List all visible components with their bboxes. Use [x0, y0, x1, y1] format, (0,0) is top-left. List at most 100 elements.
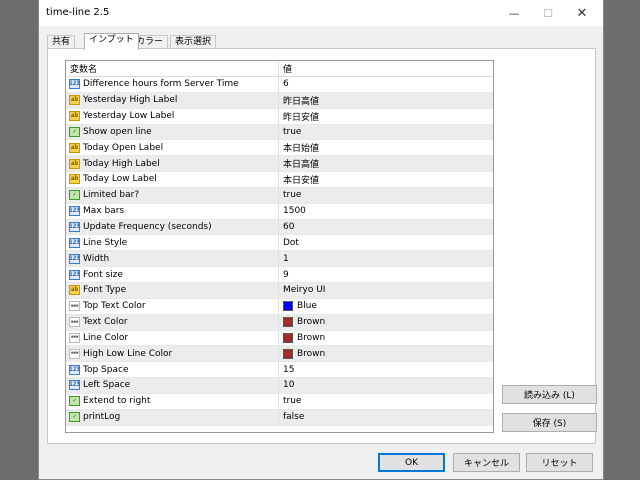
- parameter-row[interactable]: ▪▪▪ Text Color Brown: [66, 314, 493, 331]
- parameter-row[interactable]: ✓ Extend to right true: [66, 393, 493, 410]
- parameter-row[interactable]: 123 Line Style Dot: [66, 235, 493, 252]
- parameter-value: true: [283, 190, 302, 201]
- boolean-type-icon: ✓: [69, 412, 80, 423]
- parameter-value-cell[interactable]: Brown: [279, 315, 325, 330]
- parameter-name-cell: ✓ Show open line: [66, 124, 279, 140]
- parameter-value-cell[interactable]: Dot: [279, 235, 299, 250]
- parameter-row[interactable]: ✓ Limited bar? true: [66, 187, 493, 204]
- parameter-row[interactable]: 123 Width 1: [66, 251, 493, 268]
- boolean-type-icon: ✓: [69, 126, 80, 137]
- tab-inputs[interactable]: インプット: [84, 33, 139, 50]
- parameter-value-cell[interactable]: false: [279, 410, 304, 425]
- parameter-name: Top Text Color: [83, 301, 146, 312]
- parameter-value-cell[interactable]: Blue: [279, 299, 317, 314]
- parameter-value: Brown: [297, 332, 326, 343]
- parameter-name-cell: ✓ Extend to right: [66, 393, 279, 409]
- string-type-icon: ab: [69, 285, 80, 296]
- parameter-row[interactable]: ab Today Open Label 本日始値: [66, 140, 493, 157]
- number-type-icon: 123: [69, 253, 80, 264]
- color-swatch: [283, 301, 293, 312]
- parameter-value-cell[interactable]: Brown: [279, 346, 325, 361]
- parameter-value: true: [283, 126, 302, 137]
- parameter-name: Text Color: [83, 317, 128, 328]
- parameter-row[interactable]: ab Yesterday High Label 昨日高値: [66, 92, 493, 109]
- parameter-value: 9: [283, 269, 289, 280]
- parameter-row[interactable]: ✓ Show open line true: [66, 124, 493, 141]
- parameter-row[interactable]: 123 Update Frequency (seconds) 60: [66, 219, 493, 236]
- column-header-variable[interactable]: 変数名: [66, 61, 279, 76]
- window-title: time-line 2.5: [46, 7, 110, 18]
- cancel-button[interactable]: キャンセル: [453, 453, 520, 472]
- parameter-name-cell: ▪▪▪ Text Color: [66, 314, 279, 330]
- parameter-value: Meiryo UI: [283, 285, 326, 296]
- parameter-value-cell[interactable]: 1500: [279, 204, 306, 219]
- column-header-value[interactable]: 値: [279, 61, 292, 76]
- parameter-value: 本日高値: [283, 160, 320, 171]
- parameter-value-cell[interactable]: 昨日安値: [279, 109, 319, 124]
- string-type-icon: ab: [69, 142, 80, 153]
- parameter-value-cell[interactable]: 60: [279, 220, 294, 235]
- color-swatch: [283, 348, 293, 359]
- string-type-icon: ab: [69, 95, 80, 106]
- parameter-name: Update Frequency (seconds): [83, 222, 212, 233]
- reset-button[interactable]: リセット: [526, 453, 593, 472]
- parameter-name-cell: ab Yesterday High Label: [66, 92, 279, 108]
- number-type-icon: 123: [69, 237, 80, 248]
- parameter-name-cell: ab Today Low Label: [66, 172, 279, 187]
- minimize-button[interactable]: —: [497, 0, 531, 26]
- load-button[interactable]: 読み込み (L): [502, 385, 597, 404]
- parameter-value: 6: [283, 79, 289, 90]
- parameter-name-cell: 123 Difference hours form Server Time: [66, 77, 279, 92]
- parameter-row[interactable]: ab Font Type Meiryo UI: [66, 282, 493, 299]
- parameter-value-cell[interactable]: true: [279, 125, 301, 140]
- parameter-name: High Low Line Color: [83, 348, 173, 359]
- parameter-name: Limited bar?: [83, 190, 140, 201]
- parameter-value-cell[interactable]: 本日高値: [279, 156, 319, 171]
- parameter-row[interactable]: ab Today High Label 本日高値: [66, 156, 493, 173]
- parameter-row[interactable]: ab Today Low Label 本日安値: [66, 172, 493, 188]
- parameter-value-cell[interactable]: 9: [279, 267, 289, 282]
- parameter-value-cell[interactable]: Brown: [279, 331, 325, 346]
- color-type-icon: ▪▪▪: [69, 348, 80, 359]
- parameter-row[interactable]: ✓ printLog false: [66, 409, 493, 426]
- parameter-name: Difference hours form Server Time: [83, 79, 239, 90]
- parameter-row[interactable]: ▪▪▪ Line Color Brown: [66, 330, 493, 347]
- color-swatch: [283, 317, 293, 328]
- parameter-name-cell: ab Today High Label: [66, 156, 279, 172]
- parameter-row[interactable]: ▪▪▪ Top Text Color Blue: [66, 298, 493, 315]
- parameter-name: Width: [83, 253, 110, 264]
- parameter-row[interactable]: ab Yesterday Low Label 昨日安値: [66, 108, 493, 125]
- parameter-row[interactable]: ▪▪▪ High Low Line Color Brown: [66, 346, 493, 363]
- parameter-value-cell[interactable]: 15: [279, 362, 294, 377]
- save-button[interactable]: 保存 (S): [502, 413, 597, 432]
- parameter-value: 本日安値: [283, 175, 320, 186]
- close-button[interactable]: ✕: [565, 0, 599, 26]
- parameter-row[interactable]: 123 Left Space 10: [66, 378, 493, 394]
- number-type-icon: 123: [69, 79, 80, 90]
- parameter-name-cell: 123 Width: [66, 251, 279, 267]
- parameter-row[interactable]: 123 Font size 9: [66, 267, 493, 283]
- title-bar[interactable]: time-line 2.5 — ☐ ✕: [39, 0, 603, 26]
- parameter-value-cell[interactable]: 10: [279, 378, 294, 393]
- parameter-value-cell[interactable]: true: [279, 394, 301, 409]
- parameter-value-cell[interactable]: Meiryo UI: [279, 283, 325, 298]
- parameter-row[interactable]: 123 Top Space 15: [66, 362, 493, 379]
- parameters-grid: 変数名 値 123 Difference hours form Server Ti…: [65, 60, 494, 433]
- parameter-name-cell: 123 Max bars: [66, 203, 279, 219]
- color-swatch: [283, 332, 293, 343]
- inputs-tab-panel: 変数名 値 123 Difference hours form Server Ti…: [47, 48, 597, 444]
- parameter-name: Left Space: [83, 380, 131, 391]
- parameter-value: true: [283, 396, 302, 407]
- parameter-name: Extend to right: [83, 396, 151, 407]
- parameter-value-cell[interactable]: true: [279, 188, 301, 203]
- parameter-row[interactable]: 123 Max bars 1500: [66, 203, 493, 220]
- parameter-value-cell[interactable]: 本日始値: [279, 140, 319, 155]
- parameter-value-cell[interactable]: 1: [279, 251, 289, 266]
- ok-button[interactable]: OK: [378, 453, 445, 472]
- parameter-row[interactable]: 123 Difference hours form Server Time 6: [66, 77, 493, 93]
- parameter-name: Yesterday High Label: [83, 95, 178, 106]
- parameter-value-cell[interactable]: 昨日高値: [279, 93, 319, 108]
- parameter-value-cell[interactable]: 本日安値: [279, 172, 319, 187]
- parameter-value-cell[interactable]: 6: [279, 77, 289, 92]
- maximize-button: ☐: [543, 6, 553, 20]
